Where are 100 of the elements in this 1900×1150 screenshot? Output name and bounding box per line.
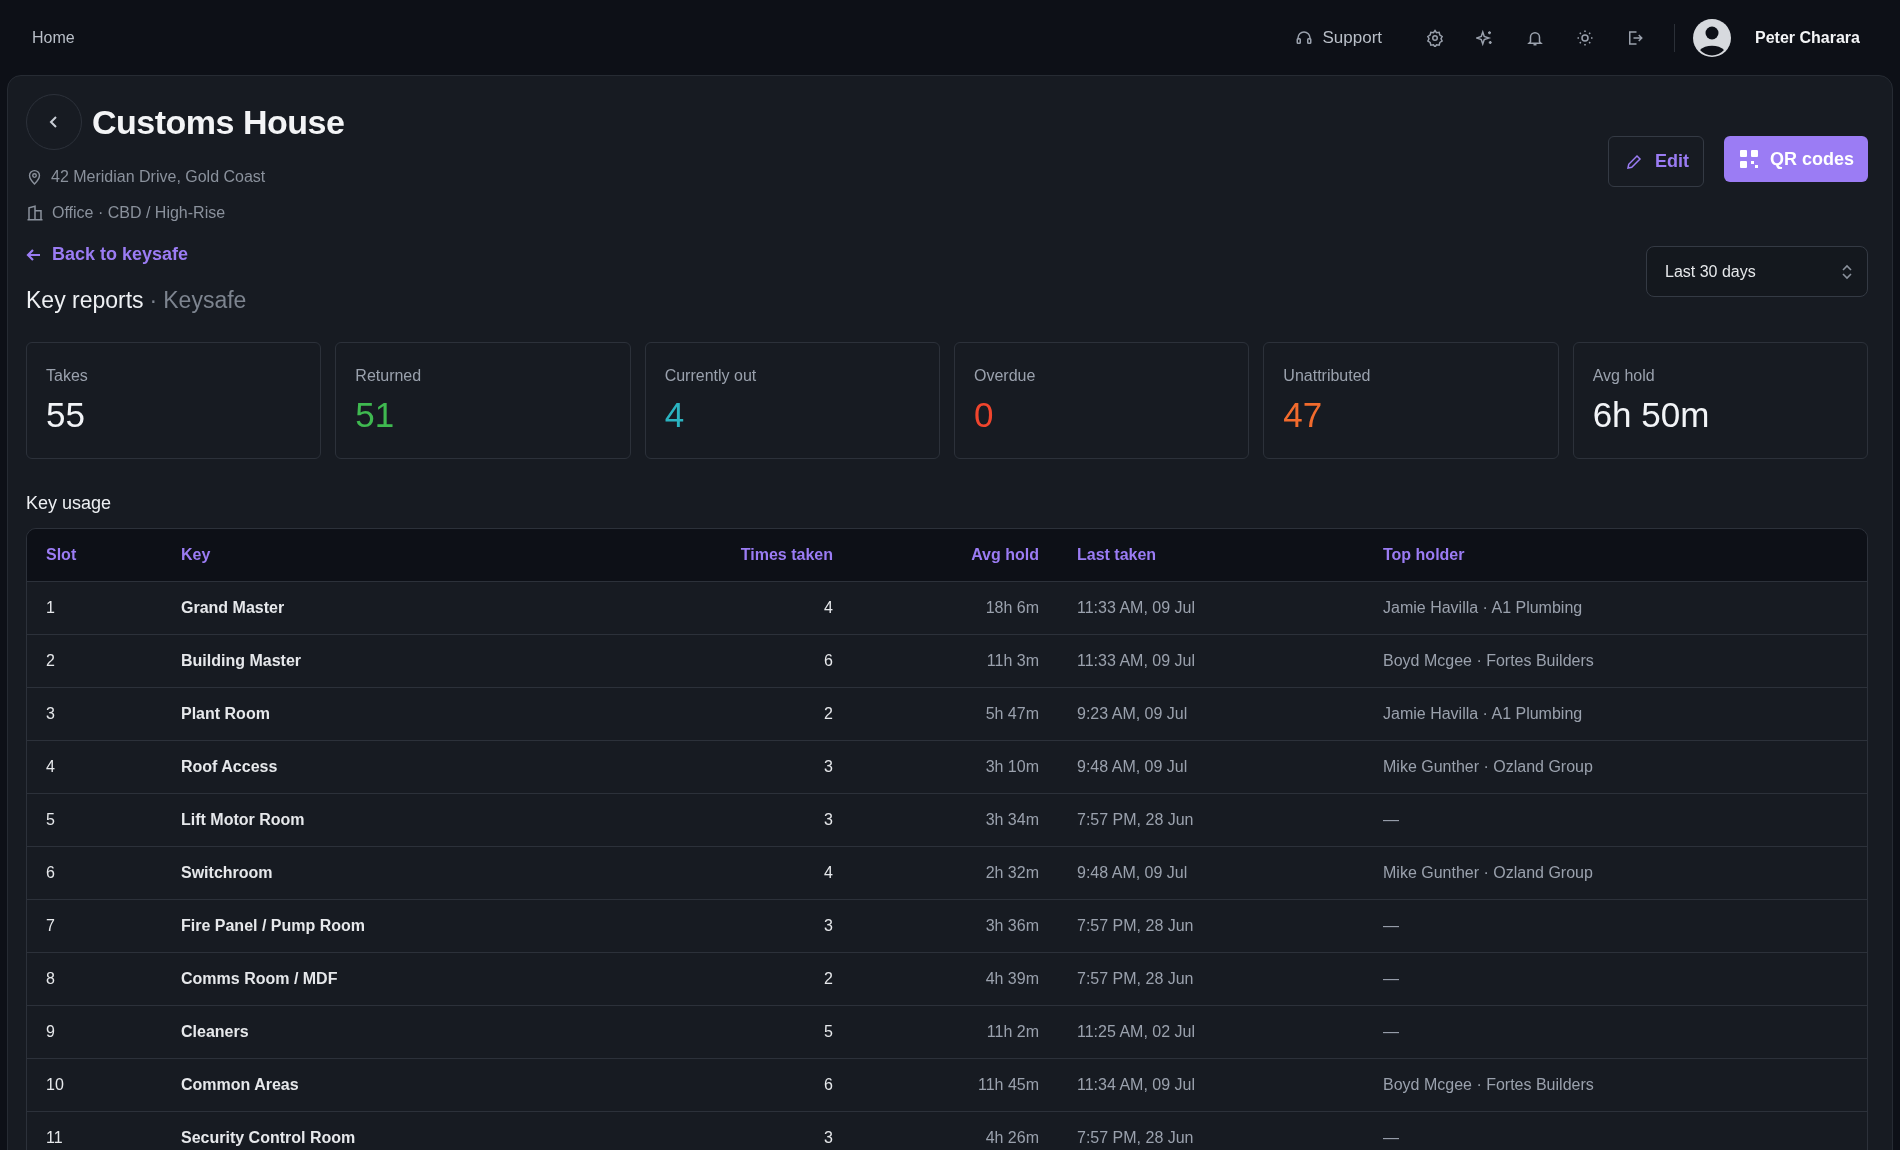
column-header[interactable]: Times taken <box>667 545 833 564</box>
slot-cell-text: 8 <box>45 969 56 988</box>
avg-hold-cell-text: 5h 47m <box>984 704 1039 723</box>
address-text: 42 Meridian Drive, Gold Coast <box>51 168 266 186</box>
column-header[interactable]: Slot <box>27 545 181 564</box>
sun-icon[interactable] <box>1576 28 1595 47</box>
stat-label: Avg hold <box>1592 366 1656 385</box>
times-taken-cell-text: 3 <box>823 1128 833 1147</box>
building-icon <box>26 204 44 222</box>
last-taken-cell-text: 7:57 PM, 28 Jun <box>1076 916 1195 935</box>
key-name-cell-text: Comms Room / MDF <box>181 969 339 988</box>
top-holder-cell-text: — <box>1383 1022 1400 1041</box>
times-taken-cell-text: 5 <box>823 1022 833 1041</box>
times-taken-cell-text: 6 <box>823 1075 833 1094</box>
top-holder-cell-text: — <box>1383 810 1400 829</box>
headset-icon <box>1294 28 1313 47</box>
edit-button[interactable]: Edit <box>1607 136 1704 187</box>
user-name[interactable]: Peter Charara <box>1755 28 1860 47</box>
key-name-cell-text: Plant Room <box>181 704 271 723</box>
last-taken-cell-text: 7:57 PM, 28 Jun <box>1076 969 1195 988</box>
last-taken-cell-text: 11:25 AM, 02 Jul <box>1076 1022 1196 1041</box>
times-taken-cell-text: 2 <box>823 704 833 723</box>
top-holder-cell-text: Boyd Mcgee · Fortes Builders <box>1383 651 1595 670</box>
date-range-select[interactable]: Last 30 days <box>1646 246 1868 297</box>
avg-hold-cell-text: 11h 3m <box>985 651 1039 670</box>
avg-hold-cell-text: 4h 39m <box>984 969 1039 988</box>
column-header[interactable]: Avg hold <box>833 545 1039 564</box>
slot-cell-text: 4 <box>45 757 56 776</box>
stat-value: 4 <box>664 394 686 435</box>
key-name-cell-text: Switchroom <box>181 863 274 882</box>
times-taken-cell-text: 2 <box>823 969 833 988</box>
qr-code-icon <box>1739 150 1758 168</box>
slot-cell-text: 11 <box>45 1128 64 1147</box>
top-holder-cell-text: Jamie Havilla · A1 Plumbing <box>1383 598 1584 617</box>
avg-hold-cell-text: 4h 26m <box>984 1128 1039 1147</box>
stat-value: 55 <box>46 394 86 435</box>
times-taken-cell-text: 3 <box>823 916 833 935</box>
times-taken-cell-text: 4 <box>823 863 833 882</box>
last-taken-cell-text: 11:33 AM, 09 Jul <box>1076 651 1196 670</box>
slot-cell-text: 6 <box>45 863 56 882</box>
report-subtitle: Keysafe <box>163 286 247 314</box>
slot-cell-text: 2 <box>45 651 56 670</box>
chevron-up-down-icon <box>1841 263 1853 280</box>
key-name-cell-text: Roof Access <box>181 757 279 776</box>
category-text: Office · CBD / High-Rise <box>52 204 226 222</box>
avg-hold-cell-text: 2h 32m <box>984 863 1039 882</box>
logout-icon[interactable] <box>1626 28 1645 47</box>
key-name-cell-text: Fire Panel / Pump Room <box>181 916 367 935</box>
pencil-icon <box>1624 152 1643 171</box>
key-name-cell-text: Cleaners <box>181 1022 250 1041</box>
stat-value: 0 <box>974 394 995 435</box>
stat-value: 47 <box>1283 394 1324 435</box>
avg-hold-cell-text: 3h 34m <box>984 810 1039 829</box>
settings-icon[interactable] <box>1426 28 1445 47</box>
report-title: Key reports <box>26 286 144 314</box>
top-holder-cell-text: — <box>1383 969 1400 988</box>
column-header[interactable]: Top holder <box>1383 545 1867 564</box>
home-link[interactable]: Home <box>32 28 75 47</box>
key-name-cell-text: Building Master <box>181 651 302 670</box>
qr-codes-button[interactable]: QR codes <box>1723 136 1868 182</box>
stat-value: 6h 50m <box>1592 394 1711 435</box>
stat-value: 51 <box>355 394 396 435</box>
stat-label: Takes <box>46 366 89 385</box>
top-holder-cell-text: Jamie Havilla · A1 Plumbing <box>1383 704 1584 723</box>
last-taken-cell-text: 7:57 PM, 28 Jun <box>1076 810 1195 829</box>
top-holder-cell-text: Mike Gunther · Ozland Group <box>1383 863 1594 882</box>
stat-label: Overdue <box>974 366 1037 385</box>
last-taken-cell-text: 11:34 AM, 09 Jul <box>1076 1075 1196 1094</box>
stat-label: Returned <box>355 366 423 385</box>
avg-hold-cell-text: 11h 2m <box>985 1022 1039 1041</box>
key-name-cell-text: Common Areas <box>181 1075 300 1094</box>
key-name-cell-text: Grand Master <box>181 598 286 617</box>
last-taken-cell-text: 7:57 PM, 28 Jun <box>1076 1128 1195 1147</box>
section-title: Key usage <box>26 492 113 514</box>
sparkles-icon[interactable] <box>1476 28 1495 47</box>
arrow-left-icon <box>26 246 42 263</box>
key-name-cell-text: Security Control Room <box>181 1128 357 1147</box>
last-taken-cell-text: 9:48 AM, 09 Jul <box>1076 863 1189 882</box>
top-holder-cell-text: — <box>1383 916 1400 935</box>
column-header[interactable]: Last taken <box>1039 545 1383 564</box>
back-link[interactable]: Back to keysafe <box>26 244 189 265</box>
avatar-icon[interactable] <box>1693 18 1732 57</box>
avg-hold-cell-text: 18h 6m <box>984 598 1039 617</box>
separator-dot: · <box>149 286 158 314</box>
avg-hold-cell-text: 3h 36m <box>984 916 1039 935</box>
key-name-cell-text: Lift Motor Room <box>181 810 306 829</box>
column-header[interactable]: Key <box>181 545 667 564</box>
slot-cell-text: 3 <box>45 704 56 723</box>
slot-cell-text: 1 <box>45 598 56 617</box>
times-taken-cell-text: 3 <box>823 757 833 776</box>
avg-hold-cell-text: 3h 10m <box>984 757 1039 776</box>
top-holder-cell-text: — <box>1383 1128 1400 1147</box>
top-holder-cell-text: Mike Gunther · Ozland Group <box>1383 757 1594 776</box>
support-button[interactable]: Support <box>1294 27 1383 48</box>
times-taken-cell-text: 3 <box>823 810 833 829</box>
avg-hold-cell-text: 11h 45m <box>976 1075 1039 1094</box>
top-holder-cell-text: Boyd Mcgee · Fortes Builders <box>1383 1075 1595 1094</box>
page-title: Customs House <box>92 102 345 142</box>
slot-cell-text: 7 <box>45 916 56 935</box>
slot-cell-text: 10 <box>45 1075 65 1094</box>
